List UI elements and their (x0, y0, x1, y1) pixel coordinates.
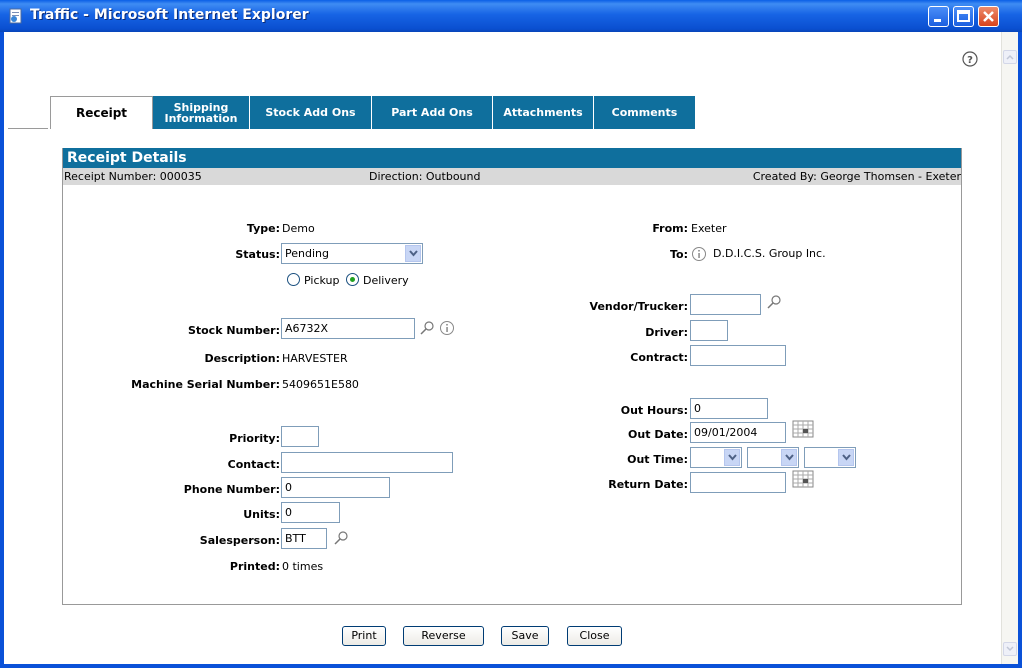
vendor-trucker-input[interactable] (690, 294, 761, 315)
chevron-down-icon (727, 454, 737, 461)
hour-dropdown-button[interactable] (724, 449, 740, 466)
chevron-up-icon (1006, 54, 1014, 60)
close-button[interactable]: Close (567, 626, 622, 646)
close-icon (983, 11, 994, 22)
return-date-label: Return Date: (608, 478, 688, 491)
out-hours-label: Out Hours: (620, 404, 688, 417)
salesperson-input[interactable] (281, 528, 327, 549)
description-value: HARVESTER (282, 352, 348, 365)
browser-window: Traffic - Microsoft Internet Explorer ? … (0, 0, 1022, 668)
delivery-radio[interactable] (346, 273, 359, 286)
priority-input[interactable] (281, 426, 319, 447)
from-label: From: (652, 222, 688, 235)
status-label: Status: (235, 248, 280, 261)
chevron-down-icon (841, 454, 851, 461)
driver-label: Driver: (645, 326, 688, 339)
search-icon[interactable] (419, 320, 435, 336)
machine-serial-value: 5409651E580 (282, 378, 359, 391)
tab-shipping-information[interactable]: Shipping Information (153, 96, 250, 129)
minute-dropdown-button[interactable] (781, 449, 797, 466)
tab-stock-add-ons[interactable]: Stock Add Ons (250, 96, 372, 129)
title-bar[interactable]: Traffic - Microsoft Internet Explorer (0, 0, 1022, 32)
tab-baseline (8, 128, 48, 129)
phone-number-input[interactable] (281, 477, 390, 498)
minimize-button[interactable] (928, 6, 949, 27)
print-button[interactable]: Print (342, 626, 386, 646)
status-value: Pending (285, 247, 329, 260)
maximize-button[interactable] (953, 6, 974, 27)
to-label: To: (670, 248, 688, 261)
tab-receipt[interactable]: Receipt (50, 96, 153, 129)
created-by: Created By: George Thomsen - Exeter (752, 170, 961, 183)
calendar-icon[interactable] (792, 420, 814, 438)
info-icon[interactable] (439, 320, 455, 336)
units-label: Units: (243, 508, 280, 521)
pickup-label: Pickup (304, 274, 340, 287)
panel-title: Receipt Details (63, 148, 961, 168)
minimize-icon (934, 19, 941, 22)
priority-label: Priority: (229, 432, 280, 445)
out-date-label: Out Date: (628, 428, 688, 441)
reverse-button[interactable]: Reverse (403, 626, 484, 646)
window-title: Traffic - Microsoft Internet Explorer (30, 7, 309, 23)
from-value: Exeter (691, 222, 727, 235)
search-icon[interactable] (333, 530, 349, 546)
vendor-trucker-label: Vendor/Trucker: (589, 300, 688, 313)
receipt-number: Receipt Number: 000035 (64, 170, 202, 183)
machine-serial-label: Machine Serial Number: (131, 378, 280, 391)
out-date-input[interactable] (690, 422, 786, 443)
type-value: Demo (282, 222, 315, 235)
pickup-radio[interactable] (287, 273, 300, 286)
to-value: D.D.I.C.S. Group Inc. (713, 247, 826, 260)
out-time-ampm-select[interactable] (804, 447, 856, 468)
out-time-hour-select[interactable] (690, 447, 742, 468)
stock-number-label: Stock Number: (187, 324, 280, 337)
contract-input[interactable] (690, 345, 786, 366)
status-dropdown-button[interactable] (405, 245, 421, 262)
close-window-button[interactable] (978, 6, 999, 27)
chevron-down-icon (1006, 646, 1014, 652)
receipt-info-bar: Receipt Number: 000035 Direction: Outbou… (63, 168, 961, 185)
receipt-details-panel: Receipt Details Receipt Number: 000035 D… (62, 148, 962, 605)
stock-number-input[interactable] (281, 318, 415, 339)
help-icon[interactable]: ? (962, 51, 978, 67)
tab-comments[interactable]: Comments (594, 96, 696, 129)
tab-part-add-ons[interactable]: Part Add Ons (372, 96, 493, 129)
units-input[interactable] (281, 502, 340, 523)
contact-label: Contact: (227, 458, 280, 471)
description-label: Description: (204, 352, 280, 365)
scroll-down-button[interactable] (1003, 642, 1017, 656)
calendar-icon[interactable] (792, 470, 814, 488)
out-hours-input[interactable] (690, 398, 768, 419)
page-content: ? Receipt Shipping Information Stock Add… (4, 32, 1018, 664)
out-time-minute-select[interactable] (747, 447, 799, 468)
vertical-scrollbar[interactable] (1001, 32, 1018, 664)
contact-input[interactable] (281, 452, 453, 473)
maximize-icon (957, 10, 970, 22)
tab-attachments[interactable]: Attachments (493, 96, 594, 129)
salesperson-label: Salesperson: (199, 534, 280, 547)
save-button[interactable]: Save (501, 626, 549, 646)
out-time-label: Out Time: (627, 453, 688, 466)
printed-value: 0 times (282, 560, 324, 573)
return-date-input[interactable] (690, 472, 786, 493)
printed-label: Printed: (229, 560, 280, 573)
ie-page-icon (9, 8, 22, 24)
phone-number-label: Phone Number: (183, 483, 280, 496)
svg-text:?: ? (967, 55, 973, 66)
chevron-down-icon (408, 250, 418, 257)
scroll-up-button[interactable] (1003, 50, 1017, 64)
type-label: Type: (246, 222, 280, 235)
delivery-label: Delivery (363, 274, 409, 287)
contract-label: Contract: (630, 351, 688, 364)
search-icon[interactable] (766, 294, 782, 310)
ampm-dropdown-button[interactable] (838, 449, 854, 466)
status-select[interactable]: Pending (281, 243, 423, 264)
chevron-down-icon (784, 454, 794, 461)
info-icon[interactable] (691, 246, 707, 262)
direction: Direction: Outbound (369, 170, 481, 183)
driver-input[interactable] (690, 320, 728, 341)
